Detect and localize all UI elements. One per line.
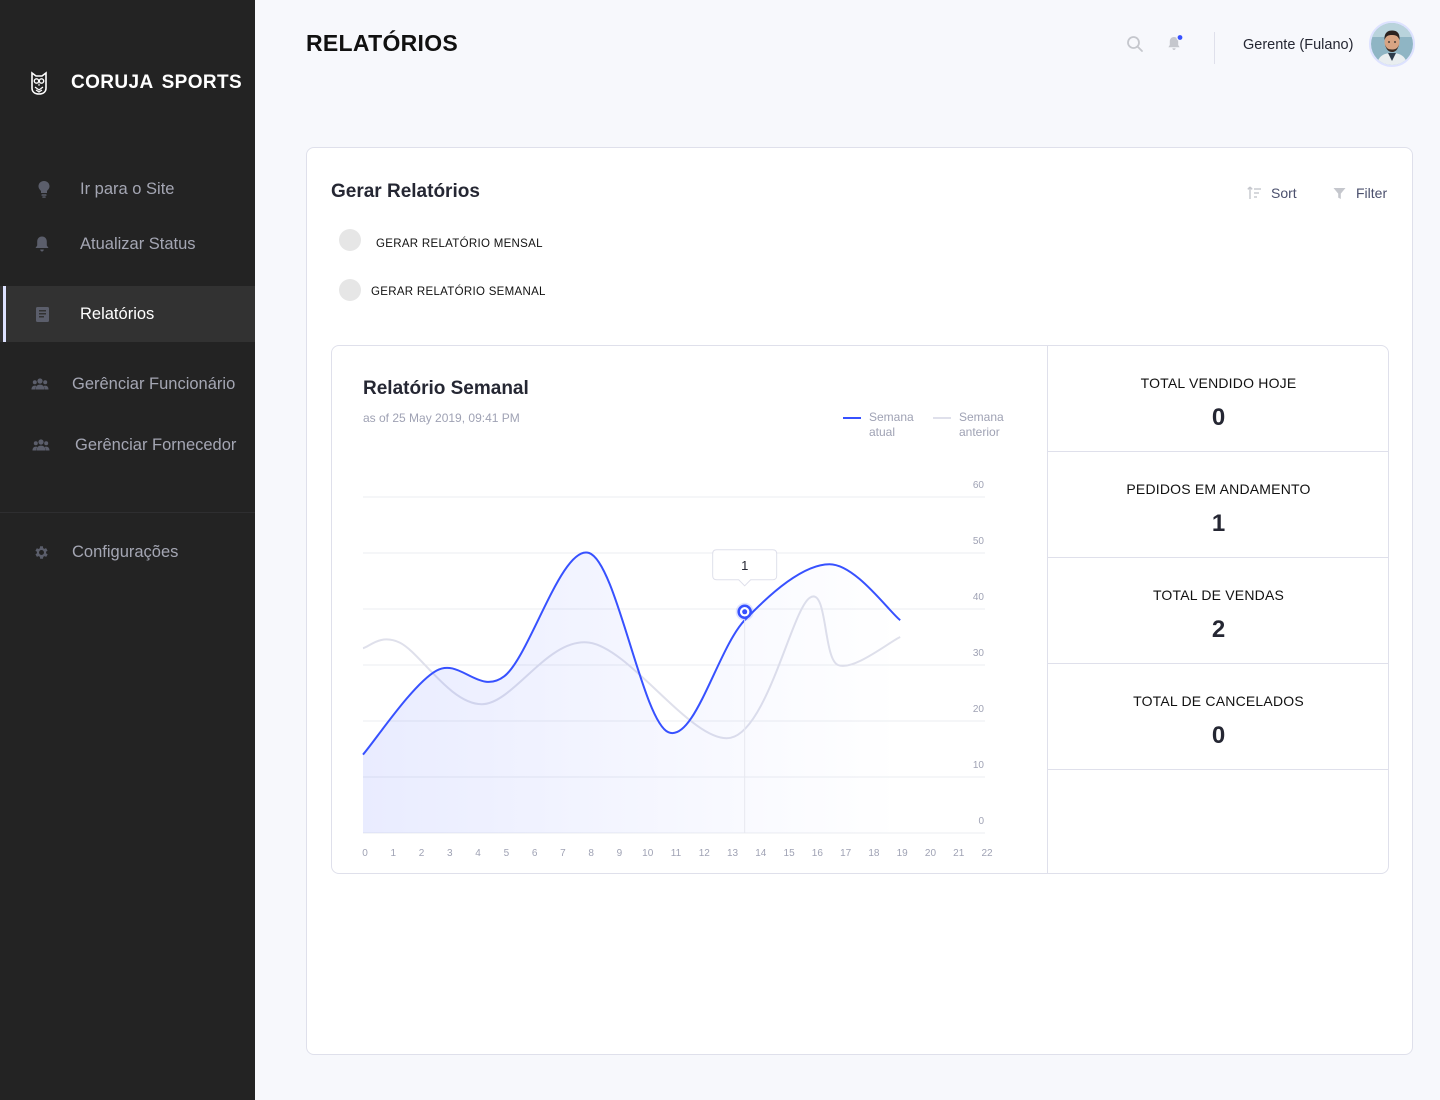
stat-value: 2 xyxy=(1211,616,1226,643)
card-title: Gerar Relatórios xyxy=(331,181,480,202)
y-tick-label: 30 xyxy=(973,648,985,659)
x-tick-label: 17 xyxy=(840,848,852,859)
legend-item-current-week: Semana atual xyxy=(843,410,919,440)
sidebar-item-relatorios[interactable]: Relatórios xyxy=(0,286,255,342)
sidebar-item-label: Atualizar Status xyxy=(80,234,196,253)
people-icon xyxy=(32,436,50,454)
x-tick-label: 1 xyxy=(390,848,396,859)
brand[interactable]: CORUJA SPORTS xyxy=(28,70,242,96)
sidebar-item-configuracoes[interactable]: Configurações xyxy=(0,524,255,580)
user-name[interactable]: Gerente (Fulano) xyxy=(1243,37,1353,53)
x-tick-label: 16 xyxy=(812,848,824,859)
option-relatorio-semanal[interactable]: GERAR RELATÓRIO SEMANAL xyxy=(339,279,546,301)
stat-label: TOTAL DE CANCELADOS xyxy=(1133,693,1304,709)
x-tick-label: 10 xyxy=(642,848,654,859)
sidebar-item-label: Gerênciar Funcionário xyxy=(72,374,236,393)
legend-label: Semana atual xyxy=(869,410,914,439)
tooltip-value: 1 xyxy=(741,558,748,573)
y-tick-label: 10 xyxy=(973,760,985,771)
series-area-current-week xyxy=(363,552,901,833)
sort-button[interactable]: Sort xyxy=(1247,185,1297,201)
sidebar-item-ir-para-o-site[interactable]: Ir para o Site xyxy=(0,161,255,217)
legend-item-previous-week: Semana anterior xyxy=(933,410,1009,440)
option-relatorio-mensal[interactable]: GERAR RELATÓRIO MENSAL xyxy=(339,229,543,251)
x-tick-label: 19 xyxy=(897,848,909,859)
stats-column: TOTAL VENDIDO HOJE 0 PEDIDOS EM ANDAMENT… xyxy=(1047,346,1389,873)
sidebar-item-gerenciar-fornecedor[interactable]: Gerênciar Fornecedor xyxy=(0,417,255,473)
sort-icon xyxy=(1247,186,1261,199)
page-title: RELATÓRIOS xyxy=(306,30,459,56)
people-icon xyxy=(31,375,49,393)
y-tick-label: 40 xyxy=(973,592,985,603)
stat-value: 0 xyxy=(1211,404,1226,431)
stat-total-vendido-hoje: TOTAL VENDIDO HOJE 0 xyxy=(1048,346,1389,452)
gear-icon xyxy=(32,543,50,561)
x-tick-label: 12 xyxy=(699,848,711,859)
x-tick-label: 3 xyxy=(447,848,453,859)
header-separator xyxy=(1214,32,1215,64)
sidebar-item-label: Gerênciar Fornecedor xyxy=(75,435,237,454)
notification-bell-icon[interactable] xyxy=(1166,34,1184,52)
x-tick-label: 8 xyxy=(588,848,594,859)
legend-swatch xyxy=(933,417,951,419)
radio-button[interactable] xyxy=(339,229,361,251)
x-tick-label: 11 xyxy=(671,848,682,859)
x-tick-label: 14 xyxy=(755,848,767,859)
lightbulb-icon xyxy=(35,180,53,198)
stat-total-de-vendas: TOTAL DE VENDAS 2 xyxy=(1048,558,1389,664)
stat-label: TOTAL DE VENDAS xyxy=(1152,587,1285,603)
stat-label: TOTAL VENDIDO HOJE xyxy=(1140,375,1297,391)
y-tick-label: 50 xyxy=(973,536,985,547)
stat-value: 0 xyxy=(1211,722,1226,749)
bell-icon xyxy=(33,235,51,253)
filter-label: Filter xyxy=(1356,185,1388,201)
x-tick-label: 4 xyxy=(475,848,481,859)
chart-title: Relatório Semanal xyxy=(363,378,529,399)
y-tick-label: 20 xyxy=(973,704,985,715)
x-tick-label: 0 xyxy=(362,848,368,859)
book-icon xyxy=(33,305,51,323)
x-tick-label: 13 xyxy=(727,848,739,859)
x-tick-label: 2 xyxy=(419,848,425,859)
x-tick-label: 22 xyxy=(981,848,993,859)
owl-logo-icon xyxy=(31,71,47,95)
x-tick-label: 15 xyxy=(784,848,796,859)
sidebar-item-atualizar-status[interactable]: Atualizar Status xyxy=(0,216,255,272)
stat-total-de-cancelados: TOTAL DE CANCELADOS 0 xyxy=(1048,664,1389,770)
x-tick-label: 18 xyxy=(868,848,880,859)
legend-swatch xyxy=(843,417,861,419)
sidebar: CORUJA SPORTS Ir para o Site Atualizar S… xyxy=(0,0,255,1100)
x-tick-label: 9 xyxy=(617,848,623,859)
option-label: GERAR RELATÓRIO SEMANAL xyxy=(371,286,546,298)
filter-button[interactable]: Filter xyxy=(1333,185,1387,201)
stat-label: PEDIDOS EM ANDAMENTO xyxy=(1126,481,1311,497)
sort-label: Sort xyxy=(1271,185,1297,201)
avatar[interactable] xyxy=(1369,21,1415,67)
brand-name: CORUJA SPORTS xyxy=(71,72,243,93)
sidebar-item-label: Relatórios xyxy=(80,304,155,323)
x-tick-label: 5 xyxy=(504,848,510,859)
stat-pedidos-em-andamento: PEDIDOS EM ANDAMENTO 1 xyxy=(1048,452,1389,558)
x-tick-label: 20 xyxy=(925,848,937,859)
sidebar-divider xyxy=(0,512,255,513)
x-tick-label: 6 xyxy=(532,848,538,859)
chart-subtitle: as of 25 May 2019, 09:41 PM xyxy=(363,411,520,425)
sidebar-item-gerenciar-funcionario[interactable]: Gerênciar Funcionário xyxy=(0,356,255,412)
y-tick-label: 60 xyxy=(973,480,985,491)
reports-card: Gerar Relatórios Sort Filter GERAR RELAT… xyxy=(306,147,1413,1055)
search-icon[interactable] xyxy=(1126,35,1144,53)
highlight-point-center xyxy=(742,609,748,615)
sidebar-item-label: Ir para o Site xyxy=(80,179,175,198)
filter-icon xyxy=(1333,187,1346,199)
x-tick-label: 21 xyxy=(953,848,965,859)
legend-label: Semana anterior xyxy=(959,410,1004,439)
active-indicator xyxy=(3,286,6,342)
radio-button[interactable] xyxy=(339,279,361,301)
sidebar-item-label: Configurações xyxy=(72,542,179,561)
option-label: GERAR RELATÓRIO MENSAL xyxy=(376,238,543,250)
stat-value: 1 xyxy=(1211,510,1226,537)
y-tick-label: 0 xyxy=(978,816,984,827)
x-tick-label: 7 xyxy=(560,848,566,859)
weekly-report-panel: 60 50 40 30 20 10 0 0 1 2 3 4 5 6 7 8 9 10 11 12 13 14 15 16 17 1… xyxy=(331,345,1389,874)
